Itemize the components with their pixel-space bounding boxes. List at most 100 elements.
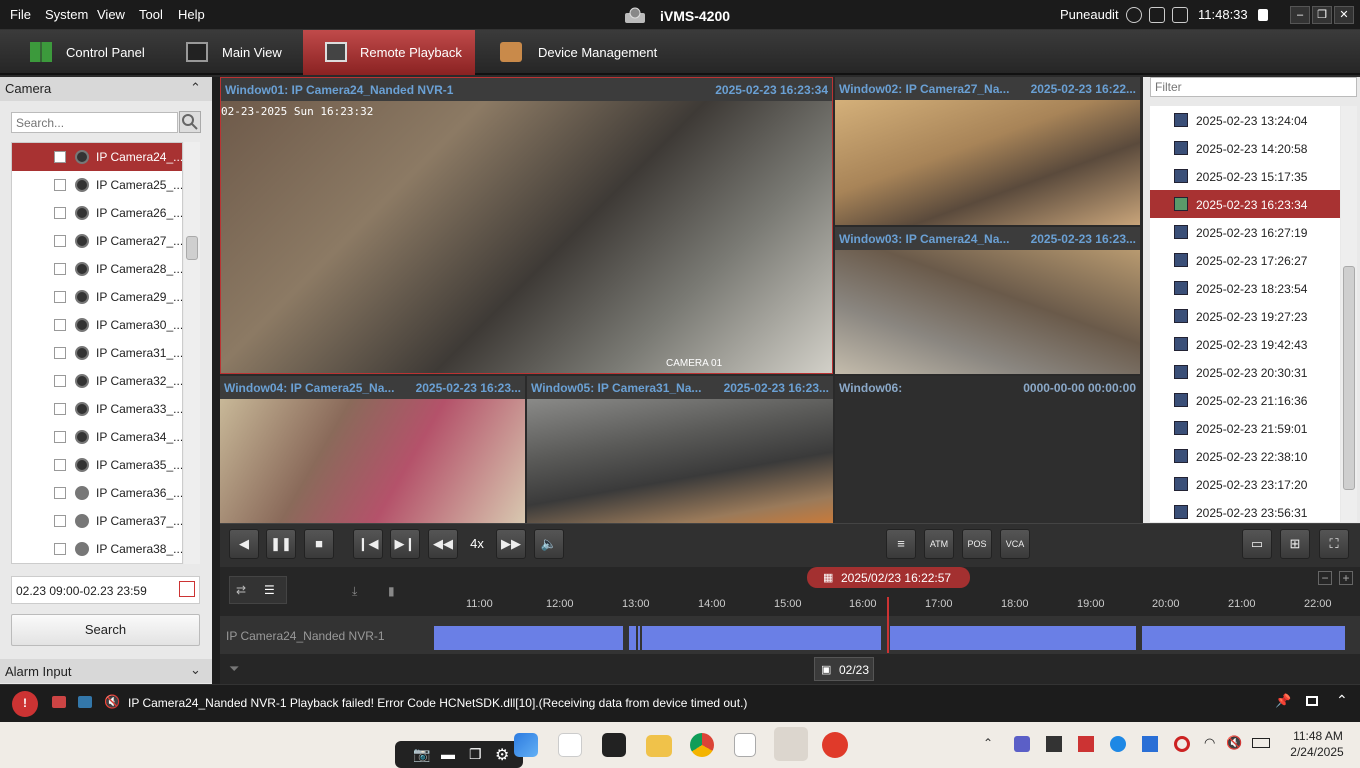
menu-system[interactable]: System — [45, 7, 88, 22]
camera-checkbox[interactable] — [54, 487, 66, 499]
device-event-icon[interactable] — [78, 696, 92, 708]
sliders-icon[interactable]: ☰ — [264, 583, 275, 597]
reverse-play-button[interactable]: ◀ — [229, 529, 259, 559]
recording-segment[interactable] — [629, 626, 636, 650]
slow-down-button[interactable]: ◀◀ — [428, 529, 458, 559]
video-window-4[interactable]: Window04: IP Camera25_Na... 2025-02-23 16… — [220, 376, 525, 523]
time-range-field[interactable]: 02.23 09:00-02.23 23:59 — [11, 576, 200, 604]
speaker-muted-icon[interactable]: 🔇 — [1226, 735, 1242, 751]
video-window-3[interactable]: Window03: IP Camera24_Na... 2025-02-23 16… — [835, 227, 1140, 374]
search-button[interactable]: Search — [11, 614, 200, 646]
vca-button[interactable]: VCA — [1000, 529, 1030, 559]
camera-list-scrollbar[interactable] — [184, 142, 200, 564]
document-app-icon[interactable] — [734, 733, 756, 757]
security-shield-icon[interactable] — [1142, 736, 1158, 752]
chevron-up-icon[interactable]: ⌃ — [190, 80, 201, 96]
camera-item[interactable]: IP Camera38_... — [12, 535, 182, 563]
tray-overflow-icon[interactable]: ⌃ — [983, 736, 993, 750]
record-item[interactable]: 2025-02-23 18:23:54 — [1150, 274, 1340, 302]
camera-item[interactable]: IP Camera24_... — [12, 143, 182, 171]
record-item[interactable]: 2025-02-23 20:30:31 — [1150, 358, 1340, 386]
camera-checkbox[interactable] — [54, 263, 66, 275]
camera-item[interactable]: IP Camera37_... — [12, 507, 182, 535]
camera-checkbox[interactable] — [54, 235, 66, 247]
tray-app-icon-2[interactable] — [1078, 736, 1094, 752]
camera-item[interactable]: IP Camera32_... — [12, 367, 182, 395]
panel-splitter[interactable] — [212, 77, 220, 684]
chevron-down-icon[interactable]: ⌄ — [190, 662, 201, 678]
record-item[interactable]: 2025-02-23 17:26:27 — [1150, 246, 1340, 274]
teams-icon[interactable] — [1014, 736, 1030, 752]
camera-list-scroll-thumb[interactable] — [186, 236, 198, 260]
recording-segment[interactable] — [890, 626, 1136, 650]
camera-checkbox[interactable] — [54, 543, 66, 555]
alarm-input-header[interactable]: Alarm Input ⌄ — [0, 659, 212, 683]
filter-input[interactable] — [1150, 77, 1357, 97]
chrome-icon[interactable] — [690, 733, 714, 757]
record-item[interactable]: 2025-02-23 16:23:34 — [1150, 190, 1340, 218]
atm-button[interactable]: ATM — [924, 529, 954, 559]
onedrive-icon[interactable] — [1110, 736, 1126, 752]
download-icon[interactable]: ⤓ — [352, 584, 357, 599]
audio-mute-icon[interactable]: 🔇 — [104, 694, 120, 710]
recording-segment[interactable] — [638, 626, 640, 650]
wps-office-icon[interactable] — [822, 732, 848, 758]
camera-item[interactable]: IP Camera31_... — [12, 339, 182, 367]
record-item[interactable]: 2025-02-23 16:27:19 — [1150, 218, 1340, 246]
tab-main-view[interactable]: Main View — [160, 30, 300, 75]
recording-segment[interactable] — [434, 626, 623, 650]
camera-item[interactable]: IP Camera34_... — [12, 423, 182, 451]
record-item[interactable]: 2025-02-23 13:24:04 — [1150, 106, 1340, 134]
tray-app-icon[interactable] — [1046, 736, 1062, 752]
camera-item[interactable]: IP Camera28_... — [12, 255, 182, 283]
record-tray-icon[interactable] — [1174, 736, 1190, 752]
window-icon[interactable] — [1306, 696, 1318, 706]
date-selector-button[interactable]: ▣ 02/23 — [814, 657, 874, 681]
video-window-1[interactable]: Window01: IP Camera24_Nanded NVR-1 2025-0… — [220, 77, 833, 374]
minimize-button[interactable]: – — [1290, 6, 1310, 24]
camera-checkbox[interactable] — [54, 375, 66, 387]
globe-icon[interactable] — [1126, 7, 1142, 23]
zoom-in-button[interactable]: + — [1339, 571, 1353, 585]
ivms-taskbar-icon[interactable] — [774, 727, 808, 761]
video-record-icon[interactable]: ▬ — [441, 746, 455, 762]
sync-icon[interactable]: ⇄ — [236, 583, 246, 597]
record-item[interactable]: 2025-02-23 21:59:01 — [1150, 414, 1340, 442]
collapse-up-icon[interactable]: ⌃ — [1336, 692, 1348, 709]
menu-view[interactable]: View — [97, 7, 125, 22]
camera-item[interactable]: IP Camera29_... — [12, 283, 182, 311]
sticky-notes-icon[interactable] — [602, 733, 626, 757]
video-window-5[interactable]: Window05: IP Camera31_Na... 2025-02-23 16… — [527, 376, 833, 523]
camera-item[interactable]: IP Camera30_... — [12, 311, 182, 339]
record-item[interactable]: 2025-02-23 19:42:43 — [1150, 330, 1340, 358]
file-list-icon[interactable]: ≡ — [886, 529, 916, 559]
camera-checkbox[interactable] — [54, 319, 66, 331]
step-forward-button[interactable]: ▶❙ — [390, 529, 420, 559]
video-window-6[interactable]: Window06: 0000-00-00 00:00:00 — [835, 376, 1140, 523]
menu-file[interactable]: File — [10, 7, 31, 22]
battery-icon[interactable] — [1252, 738, 1270, 748]
file-explorer-icon[interactable] — [646, 735, 672, 757]
pin-icon[interactable]: 📌 — [1275, 693, 1291, 709]
camera-search-input[interactable] — [11, 112, 178, 133]
record-item[interactable]: 2025-02-23 19:27:23 — [1150, 302, 1340, 330]
camera-item[interactable]: IP Camera27_... — [12, 227, 182, 255]
record-list-scroll-thumb[interactable] — [1343, 266, 1355, 490]
tab-remote-playback[interactable]: Remote Playback — [303, 30, 475, 75]
camera-capture-icon[interactable]: 📷 — [413, 746, 430, 763]
camera-item[interactable]: IP Camera35_... — [12, 451, 182, 479]
camera-section-header[interactable]: Camera ⌃ — [0, 77, 212, 101]
fullscreen-icon[interactable]: ⛶ — [1319, 529, 1349, 559]
menu-help[interactable]: Help — [178, 7, 205, 22]
search-icon[interactable] — [179, 111, 201, 133]
recording-segment[interactable] — [1142, 626, 1345, 650]
settings-icon[interactable]: ⚙ — [495, 745, 509, 765]
tab-device-management[interactable]: Device Management — [478, 30, 678, 75]
camera-item[interactable]: IP Camera25_... — [12, 171, 182, 199]
pos-button[interactable]: POS — [962, 529, 992, 559]
alarm-event-icon[interactable] — [52, 696, 66, 708]
bookmark-icon[interactable]: ▮ — [388, 584, 395, 598]
windows-start-icon[interactable] — [514, 733, 538, 757]
alert-icon[interactable]: ! — [12, 691, 38, 717]
stop-button[interactable]: ■ — [304, 529, 334, 559]
